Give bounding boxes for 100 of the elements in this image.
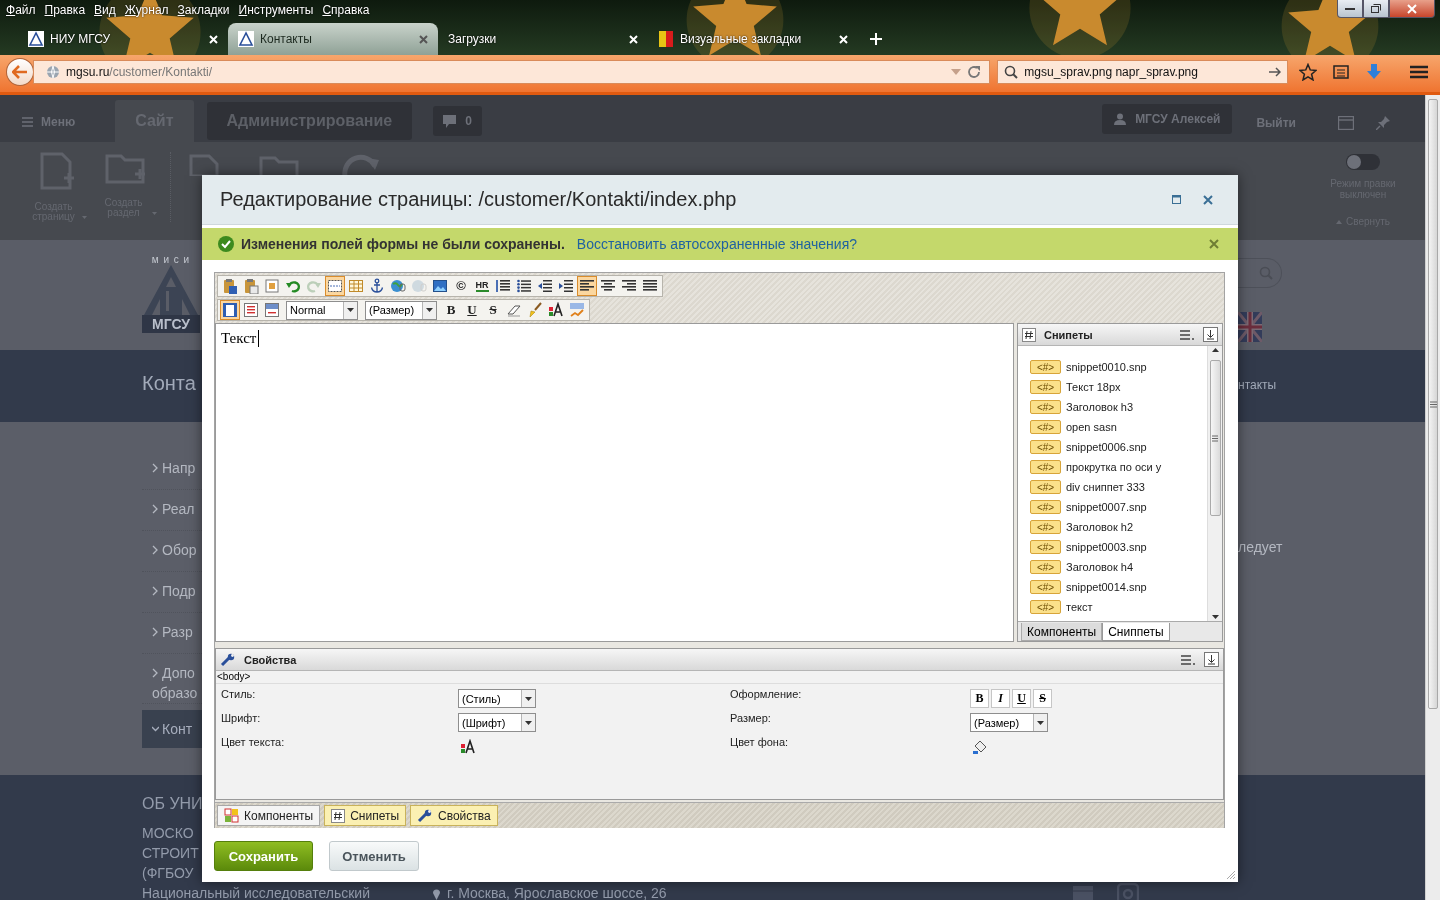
edit-mode-toggle[interactable]	[1346, 154, 1380, 170]
dropdown[interactable]: Normal	[286, 300, 358, 320]
text-editor[interactable]: Текст	[215, 323, 1014, 642]
resize-grip-icon	[1226, 870, 1236, 880]
breadcrumb: нтакты	[1238, 378, 1277, 392]
wrench-icon	[417, 808, 434, 823]
menu-item[interactable]: Вид	[94, 3, 116, 17]
restore-icon	[1371, 4, 1381, 13]
globe-icon	[390, 278, 406, 294]
snippet-item[interactable]: <#> div сниппет 333	[1030, 477, 1207, 497]
page-title: Конта	[142, 372, 196, 395]
snippet-item[interactable]: <#> Текст 18px	[1030, 377, 1207, 397]
panel-tab[interactable]: Компоненты	[217, 805, 321, 826]
outdent-icon	[537, 278, 553, 294]
clipboard-icon	[222, 278, 238, 294]
menu-link[interactable]: Конт	[142, 710, 202, 748]
toolbar-button[interactable]: ©	[451, 276, 471, 296]
maximize-button[interactable]	[1363, 0, 1389, 18]
snippet-item[interactable]: <#> open sasn	[1030, 417, 1207, 437]
scrollbar-thumb[interactable]	[1209, 360, 1221, 516]
menu-item[interactable]: Инструменты	[238, 3, 314, 17]
paint-bucket-icon	[972, 738, 988, 755]
download-arrow-icon	[1366, 63, 1383, 81]
code-view-icon	[243, 302, 259, 318]
download-icon	[1203, 327, 1218, 342]
panel-tab[interactable]: Свойства	[410, 805, 498, 826]
panel-tab[interactable]: Снипеты	[324, 805, 407, 826]
menu-item[interactable]: Правка	[44, 3, 86, 17]
toolbar-button[interactable]	[577, 276, 597, 296]
download-icon	[1204, 652, 1219, 667]
caret-up-icon	[1336, 219, 1343, 224]
format-button[interactable]: S	[1033, 689, 1052, 708]
toolbar-button[interactable]: U	[462, 300, 482, 320]
toolbar-button[interactable]: B	[441, 300, 461, 320]
snippet-item[interactable]: <#> snippet0007.snp	[1030, 497, 1207, 517]
dropdown[interactable]: (Шрифт)	[458, 713, 536, 732]
anchor-icon	[369, 278, 385, 294]
text-color-icon	[460, 738, 476, 755]
format-button[interactable]: U	[1012, 689, 1031, 708]
minimize-button[interactable]	[1337, 0, 1363, 18]
snippet-item[interactable]: <#> snippet0014.snp	[1030, 577, 1207, 597]
snippet-item[interactable]: <#> Заголовок h3	[1030, 397, 1207, 417]
go-arrow-icon	[1269, 67, 1282, 77]
menu-item[interactable]: Файл	[6, 3, 36, 17]
table-icon	[348, 278, 364, 294]
toolbar-button[interactable]	[325, 276, 345, 296]
menu-icon	[22, 117, 33, 127]
scrollbar-thumb[interactable]	[1428, 99, 1438, 709]
search-field[interactable]: mgsu_sprav.png napr_sprav.png	[997, 60, 1289, 84]
dropdown[interactable]: (Стиль)	[458, 689, 536, 708]
browser-tab[interactable]: НИУ МГСУ	[18, 23, 228, 55]
chevron-right-icon	[152, 627, 159, 637]
panel-tab[interactable]: Сниппеты	[1102, 623, 1170, 641]
dropdown[interactable]: (Размер)	[365, 300, 437, 320]
bullet-list-icon	[516, 278, 532, 294]
logo-drawing	[142, 265, 200, 315]
menu-item[interactable]: Справка	[322, 3, 370, 17]
format-button[interactable]: B	[970, 689, 989, 708]
maximize-icon	[1171, 195, 1181, 204]
snippet-item[interactable]: <#> snippet0006.snp	[1030, 437, 1207, 457]
close-icon	[209, 34, 218, 44]
image-icon	[432, 278, 448, 294]
browser-tab[interactable]: Загрузки	[438, 23, 648, 55]
check-icon	[218, 236, 234, 252]
grip-icon	[1212, 434, 1218, 442]
panel-tab[interactable]: Компоненты	[1021, 623, 1103, 641]
flag-icon	[658, 31, 674, 47]
snippet-item[interactable]: <#> Заголовок h2	[1030, 517, 1207, 537]
text-cursor	[258, 330, 260, 347]
page-view-icon	[222, 302, 238, 318]
toolbar-button[interactable]	[220, 300, 240, 320]
panel-title: Свойства	[244, 653, 298, 666]
footer-text: Национальный исследовательский	[142, 884, 370, 900]
snippet-item[interactable]: <#> snippet0003.snp	[1030, 537, 1207, 557]
field-label: Шрифт:	[221, 711, 261, 724]
chevron-down-icon	[152, 724, 159, 734]
browser-tab[interactable]: Контакты	[228, 23, 438, 55]
restore-link[interactable]: Восстановить автосохраненные значения?	[576, 236, 1199, 252]
snippet-item[interactable]: <#> прокрутка по оси y	[1030, 457, 1207, 477]
toolbar-button[interactable]: HR	[472, 276, 492, 296]
caret-icon	[81, 216, 87, 219]
snippet-item[interactable]: <#> Заголовок h4	[1030, 557, 1207, 577]
close-button[interactable]	[1389, 0, 1435, 18]
toolbar-button[interactable]: S	[483, 300, 503, 320]
element-path: <body>	[216, 671, 1223, 684]
undo-icon	[285, 278, 301, 294]
dropdown[interactable]: (Размер)	[970, 713, 1048, 732]
dropdown-arrow-icon	[951, 69, 962, 75]
address-bar[interactable]: mgsu.ru/customer/Kontakti/	[33, 60, 991, 84]
menu-item[interactable]: Закладки	[177, 3, 230, 17]
align-justify-icon	[642, 278, 658, 294]
caret-icon	[525, 720, 532, 725]
back-button[interactable]	[6, 58, 34, 86]
format-button[interactable]: I	[991, 689, 1010, 708]
cancel-button[interactable]: Отменить	[329, 841, 419, 871]
seo-chart-icon	[569, 302, 585, 318]
snippet-item[interactable]: <#> snippet0010.snp	[1030, 357, 1207, 377]
snippet-item[interactable]: <#> текст	[1030, 597, 1207, 617]
panel-title: Снипеты	[1044, 328, 1094, 341]
color-button[interactable]	[458, 737, 478, 756]
